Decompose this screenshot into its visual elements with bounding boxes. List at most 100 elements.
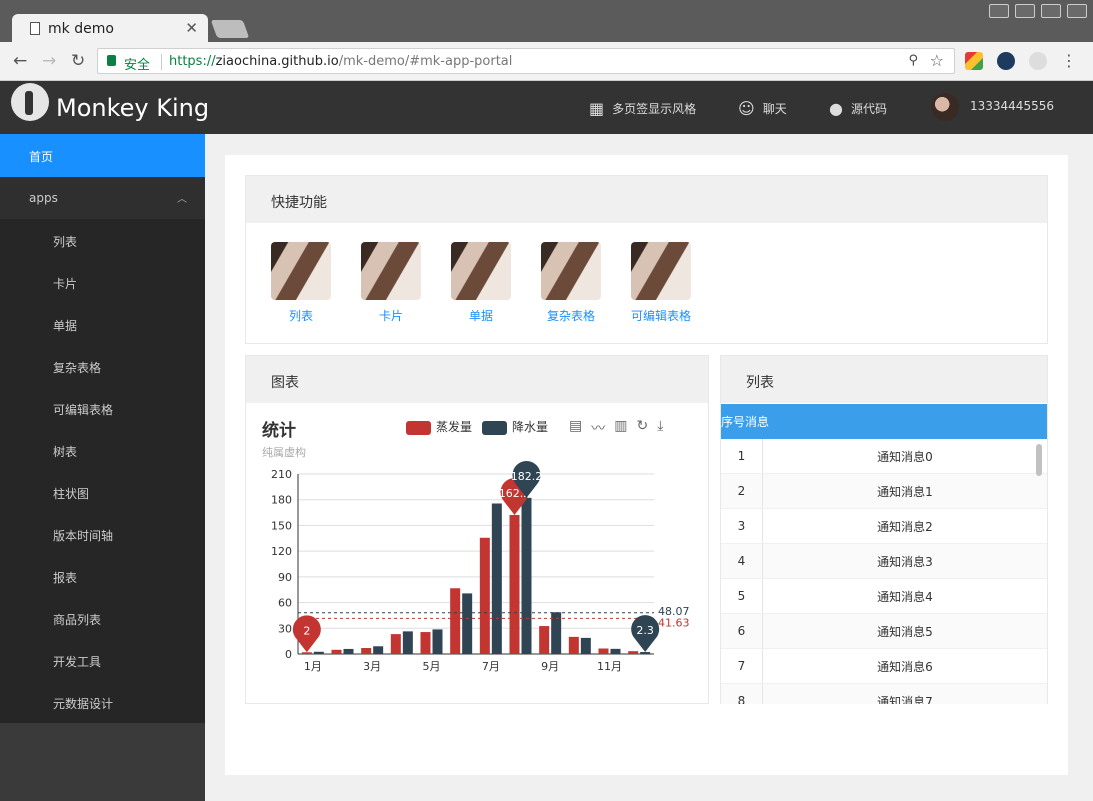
- reload-icon[interactable]: ↻: [71, 51, 85, 71]
- table-row[interactable]: 6 通知消息5: [721, 614, 1047, 649]
- bookmark-star-icon[interactable]: ☆: [930, 51, 944, 70]
- bar-evaporation: [598, 648, 609, 654]
- chevron-up-icon: ︿: [177, 194, 187, 205]
- header-tab-style-button[interactable]: ▦ 多页签显示风格: [589, 99, 696, 118]
- header-source-button[interactable]: ● 源代码: [829, 99, 887, 118]
- quick-item-label: 可编辑表格: [630, 309, 691, 323]
- extension-color-icon[interactable]: [965, 52, 983, 70]
- sidebar-item-editable-table[interactable]: 可编辑表格: [0, 387, 205, 429]
- bar-evaporation: [390, 634, 401, 654]
- browser-tabstrip: mk demo ✕: [0, 0, 1093, 44]
- scrollbar[interactable]: [1036, 444, 1042, 476]
- y-tick-label: 120: [271, 545, 292, 558]
- table-row[interactable]: 1 通知消息0: [721, 439, 1047, 474]
- table-header: 序号 消息: [721, 404, 1047, 439]
- line-chart-icon[interactable]: 〰: [591, 418, 605, 438]
- table-cell-index: 8: [721, 684, 763, 704]
- close-window-icon[interactable]: [1067, 4, 1087, 18]
- url-host: ziaochina.github.io: [215, 54, 339, 69]
- bar-evaporation: [628, 651, 639, 654]
- quick-item-label: 复杂表格: [546, 309, 595, 323]
- data-view-icon[interactable]: ▤: [569, 418, 582, 438]
- bar-precipitation: [402, 631, 413, 654]
- mark-point-label: 2: [303, 624, 310, 637]
- table-cell-message: 通知消息0: [877, 449, 933, 464]
- table-row[interactable]: 4 通知消息3: [721, 544, 1047, 579]
- bar-precipitation: [491, 503, 502, 654]
- tab-title: mk demo: [48, 21, 114, 37]
- legend-item-precipitation[interactable]: 降水量: [482, 418, 548, 435]
- column-header-index[interactable]: 序号: [721, 404, 745, 439]
- sidebar-group-label: apps: [29, 191, 58, 205]
- forward-icon[interactable]: →: [42, 51, 56, 71]
- back-icon[interactable]: ←: [13, 51, 27, 71]
- quick-item-complex-table[interactable]: 复杂表格: [541, 242, 601, 324]
- column-header-message[interactable]: 消息: [745, 404, 769, 439]
- table-row[interactable]: 7 通知消息6: [721, 649, 1047, 684]
- bar-chart-icon[interactable]: ▥: [614, 418, 627, 438]
- sidebar-item-list[interactable]: 列表: [0, 219, 205, 261]
- quick-item-card[interactable]: 卡片: [361, 242, 421, 324]
- table-row[interactable]: 8 通知消息7: [721, 684, 1047, 704]
- bar-evaporation: [509, 514, 520, 654]
- maximize-icon[interactable]: [1041, 4, 1061, 18]
- quick-item-list[interactable]: 列表: [271, 242, 331, 324]
- chart-toolbox: ▤ 〰 ▥ ↻ ⤓: [569, 418, 663, 438]
- legend-item-evaporation[interactable]: 蒸发量: [406, 418, 472, 435]
- table-cell-index: 7: [721, 649, 763, 683]
- table-row[interactable]: 3 通知消息2: [721, 509, 1047, 544]
- table-row[interactable]: 5 通知消息4: [721, 579, 1047, 614]
- app-header: Monkey King ▦ 多页签显示风格 ☺ 聊天 ● 源代码 1333444…: [0, 81, 1093, 134]
- avatar[interactable]: [931, 93, 959, 121]
- sidebar-item-tree-table[interactable]: 树表: [0, 429, 205, 471]
- table-cell-index: 4: [721, 544, 763, 578]
- sidebar-item-report[interactable]: 报表: [0, 555, 205, 597]
- extension-icon[interactable]: [1029, 52, 1047, 70]
- url-text: https://ziaochina.github.io/mk-demo/#mk-…: [169, 54, 512, 69]
- quick-item-image: [541, 242, 601, 300]
- sidebar-item-products[interactable]: 商品列表: [0, 597, 205, 639]
- bar-precipitation: [373, 646, 384, 654]
- table-cell-index: 1: [721, 439, 763, 473]
- sidebar-item-devtools[interactable]: 开发工具: [0, 639, 205, 681]
- sidebar-item-card[interactable]: 卡片: [0, 261, 205, 303]
- close-tab-icon[interactable]: ✕: [185, 19, 198, 37]
- profile-icon[interactable]: [989, 4, 1009, 18]
- browser-menu-icon[interactable]: ⋮: [1061, 51, 1077, 70]
- quick-item-editable-table[interactable]: 可编辑表格: [631, 242, 691, 324]
- sidebar-item-voucher[interactable]: 单据: [0, 303, 205, 345]
- table-viewport[interactable]: 序号 消息 1 通知消息0 2 通知消息1 3 通知消息2 4 通知消息3 5 通知消息4 6 通知消…: [721, 404, 1047, 704]
- github-icon: ●: [829, 99, 843, 118]
- sidebar-item-metadata[interactable]: 元数据设计: [0, 681, 205, 723]
- minimize-icon[interactable]: [1015, 4, 1035, 18]
- user-name[interactable]: 13334445556: [970, 99, 1054, 113]
- browser-tab[interactable]: mk demo ✕: [12, 14, 208, 44]
- bar-precipitation: [610, 648, 621, 654]
- table-cell-index: 6: [721, 614, 763, 648]
- sidebar-item-bar-chart[interactable]: 柱状图: [0, 471, 205, 513]
- url-input[interactable]: 安全 https://ziaochina.github.io/mk-demo/#…: [97, 48, 955, 74]
- download-icon[interactable]: ⤓: [657, 418, 663, 438]
- sidebar-item-home[interactable]: 首页: [0, 134, 205, 177]
- sidebar-group-apps[interactable]: apps ︿: [0, 177, 205, 219]
- x-tick-label: 1月: [304, 660, 322, 673]
- sidebar-item-timeline[interactable]: 版本时间轴: [0, 513, 205, 555]
- react-devtools-icon[interactable]: [997, 52, 1015, 70]
- smile-icon: ☺: [738, 99, 755, 118]
- new-tab-button[interactable]: [210, 20, 250, 38]
- bar-precipitation: [343, 648, 354, 654]
- legend-label: 蒸发量: [436, 420, 473, 434]
- x-tick-label: 5月: [423, 660, 441, 673]
- header-chat-button[interactable]: ☺ 聊天: [738, 99, 787, 118]
- quick-item-image: [271, 242, 331, 300]
- table-row[interactable]: 2 通知消息1: [721, 474, 1047, 509]
- sidebar-submenu: 列表 卡片 单据 复杂表格 可编辑表格 树表 柱状图 版本时间轴 报表 商品列表…: [0, 219, 205, 723]
- y-tick-label: 90: [278, 571, 292, 584]
- quick-item-voucher[interactable]: 单据: [451, 242, 511, 324]
- window-controls: [989, 4, 1087, 18]
- key-icon[interactable]: ⚲: [908, 53, 918, 68]
- quick-item-image: [451, 242, 511, 300]
- x-tick-label: 9月: [541, 660, 559, 673]
- restore-icon[interactable]: ↻: [636, 418, 648, 438]
- sidebar-item-complex-table[interactable]: 复杂表格: [0, 345, 205, 387]
